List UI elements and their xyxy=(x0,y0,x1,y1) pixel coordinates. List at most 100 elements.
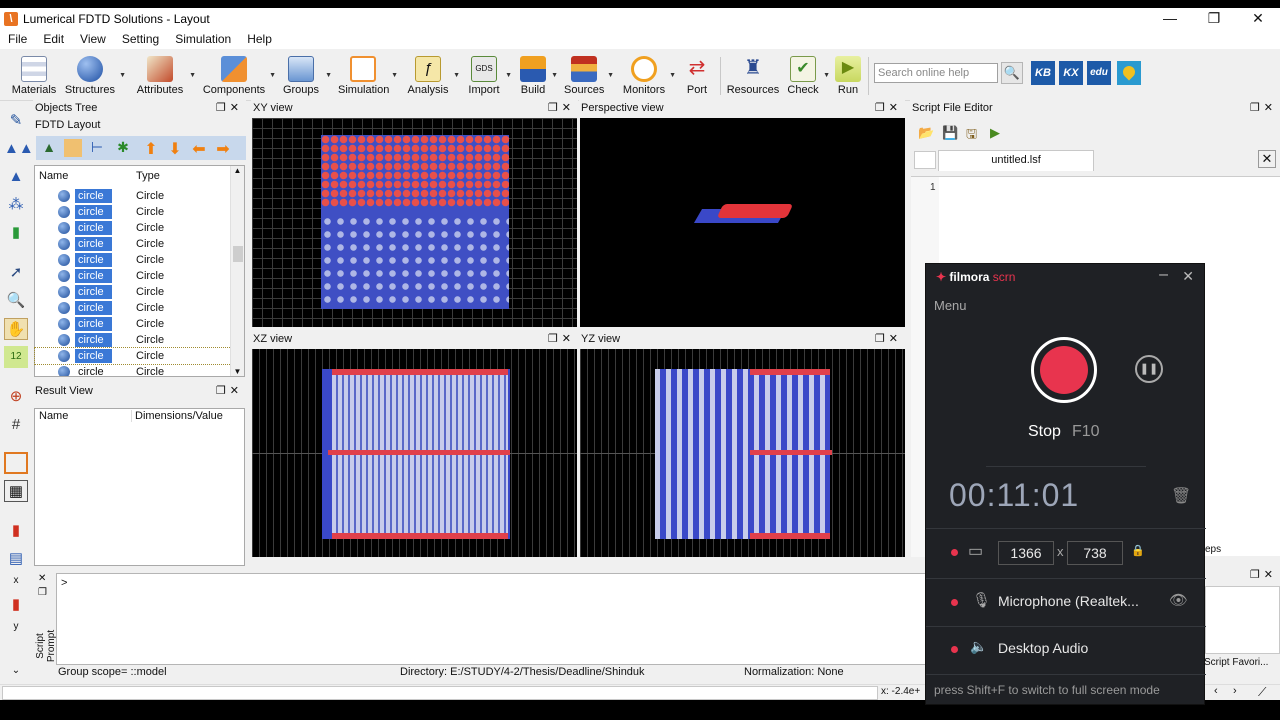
slab-y-icon[interactable]: ▮ xyxy=(4,594,28,616)
select-arrow-icon[interactable]: ➚ xyxy=(4,262,28,284)
pan-hand-icon[interactable]: ✋ xyxy=(4,318,28,340)
array-icon[interactable]: ⁂ xyxy=(4,194,28,216)
nav-next-icon[interactable]: › xyxy=(1233,685,1237,697)
trash-icon[interactable]: 🗑 xyxy=(1171,486,1191,506)
col-name[interactable]: Name xyxy=(39,170,68,182)
panel-float-close-icon[interactable]: ❐✕ xyxy=(216,383,243,400)
kx-badge[interactable]: KX xyxy=(1059,61,1083,85)
panel-float-close-icon[interactable]: ❐✕ xyxy=(548,100,575,117)
dropdown-arrow-icon[interactable]: ▼ xyxy=(669,72,676,79)
zoom-extent-icon[interactable]: ⊕ xyxy=(4,386,28,408)
tree-row[interactable]: circle Circle xyxy=(35,236,231,252)
run-button[interactable]: ▶ Run xyxy=(834,53,862,99)
width-input[interactable]: 1366 xyxy=(998,541,1054,565)
restore-button[interactable]: ❐ xyxy=(1192,8,1236,29)
location-pin-icon[interactable] xyxy=(1117,61,1141,85)
menu-edit[interactable]: Edit xyxy=(35,32,72,46)
script-favorites-tab[interactable]: Script Favori... xyxy=(1204,657,1268,668)
dropdown-arrow-icon[interactable]: ▼ xyxy=(823,72,830,79)
tab-untitled[interactable]: untitled.lsf xyxy=(938,150,1094,171)
simulation-button[interactable]: Simulation ▼ xyxy=(338,53,398,99)
new-tab-icon[interactable] xyxy=(914,151,936,169)
attributes-button[interactable]: Attributes ▼ xyxy=(134,53,196,99)
lock-icon[interactable]: 🔒 xyxy=(1131,544,1145,557)
tree-row[interactable]: circle Circle xyxy=(35,300,231,316)
groups-button[interactable]: Groups ▼ xyxy=(280,53,332,99)
move-up-icon[interactable]: ▲▲ xyxy=(4,138,34,160)
calculator-icon[interactable]: ▦ xyxy=(4,480,28,502)
save-icon[interactable]: 💾 xyxy=(942,125,958,141)
tree-row[interactable]: circle Circle xyxy=(35,316,231,332)
dropdown-arrow-icon[interactable]: ▼ xyxy=(391,72,398,79)
open-file-icon[interactable]: 📂 xyxy=(918,125,934,141)
search-online-help-input[interactable]: Search online help xyxy=(874,63,998,83)
structures-button[interactable]: Structures ▼ xyxy=(64,53,126,99)
grid-icon[interactable]: # xyxy=(4,414,28,436)
minimize-icon[interactable]: – xyxy=(1159,266,1168,284)
edu-badge[interactable]: edu xyxy=(1087,61,1111,85)
panel-float-close-icon[interactable]: ❐✕ xyxy=(216,100,243,117)
desktop-audio-label[interactable]: Desktop Audio xyxy=(998,640,1088,656)
tree-row[interactable]: circle Circle xyxy=(35,220,231,236)
close-button[interactable]: ✕ xyxy=(1236,8,1280,29)
result-col-value[interactable]: Dimensions/Value xyxy=(131,410,223,422)
move-down-arrow-icon[interactable]: ⬇ xyxy=(166,139,184,158)
scroll-down-icon[interactable]: ▼ xyxy=(231,367,244,376)
tree-scrollbar[interactable]: ▲ ▼ xyxy=(230,166,244,376)
menu-help[interactable]: Help xyxy=(239,32,280,46)
run-script-icon[interactable]: ▶ xyxy=(990,125,1000,141)
yz-view-canvas[interactable] xyxy=(580,349,905,557)
dropdown-arrow-icon[interactable]: ▼ xyxy=(607,72,614,79)
move-right-arrow-icon[interactable]: ➡ xyxy=(214,139,232,158)
dropdown-arrow-icon[interactable]: ▼ xyxy=(325,72,332,79)
tree-row-selected[interactable]: circle Circle xyxy=(34,347,232,365)
menu-setting[interactable]: Setting xyxy=(114,32,167,46)
x-axis-label[interactable]: x xyxy=(4,570,28,592)
tree-collapse-icon[interactable]: ✱ xyxy=(114,139,132,157)
float-icon[interactable]: ❐ xyxy=(38,587,47,598)
dropdown-arrow-icon[interactable]: ▼ xyxy=(505,72,512,79)
panel-float-close-icon[interactable]: ❐✕ xyxy=(875,100,902,117)
dropdown-arrow-icon[interactable]: ▼ xyxy=(189,72,196,79)
dropdown-arrow-icon[interactable]: ▼ xyxy=(551,72,558,79)
dropdown-arrow-icon[interactable]: ▼ xyxy=(119,72,126,79)
materials-button[interactable]: Materials xyxy=(10,53,58,99)
xz-view-canvas[interactable] xyxy=(252,349,577,557)
tree-hierarchy-icon[interactable]: ⊢ xyxy=(88,139,106,157)
panel-float-close-icon[interactable]: ❐✕ xyxy=(548,331,575,348)
panel-float-close-icon[interactable]: ❐✕ xyxy=(875,331,902,348)
tree-tool-icon[interactable]: ▲ xyxy=(40,139,58,157)
nav-prev-icon[interactable]: ‹ xyxy=(1214,685,1218,697)
menu-view[interactable]: View xyxy=(72,32,114,46)
close-icon[interactable]: ✕ xyxy=(1182,268,1194,285)
build-button[interactable]: Build ▼ xyxy=(518,53,558,99)
tree-row[interactable]: circle Circle xyxy=(35,284,231,300)
col-type[interactable]: Type xyxy=(136,170,160,182)
y-axis-label[interactable]: y xyxy=(4,616,28,638)
tree-grid-icon[interactable] xyxy=(64,139,82,157)
zoom-icon[interactable]: 🔍 xyxy=(4,290,28,312)
tree-row[interactable]: circle Circle xyxy=(35,188,231,204)
filmora-menu[interactable]: Menu xyxy=(934,298,967,313)
layout-icon[interactable] xyxy=(4,452,28,474)
result-col-name[interactable]: Name xyxy=(39,410,68,422)
kb-badge[interactable]: KB xyxy=(1031,61,1055,85)
tree-row[interactable]: circle Circle xyxy=(35,364,231,376)
height-input[interactable]: 738 xyxy=(1067,541,1123,565)
sources-button[interactable]: Sources ▼ xyxy=(564,53,614,99)
check-button[interactable]: ✔ Check ▼ xyxy=(786,53,830,99)
resize-grip-icon[interactable]: ⟋ xyxy=(1258,685,1266,700)
scroll-thumb[interactable] xyxy=(233,246,243,262)
close-icon[interactable]: ✕ xyxy=(38,573,46,584)
monitors-button[interactable]: Monitors ▼ xyxy=(622,53,676,99)
dropdown-arrow-icon[interactable]: ▼ xyxy=(269,72,276,79)
menu-file[interactable]: File xyxy=(0,32,35,46)
delete-bin-icon[interactable]: ▮ xyxy=(4,222,28,244)
ruler-icon[interactable]: 12 xyxy=(4,346,28,368)
script-prompt-input[interactable]: > xyxy=(56,573,926,665)
eye-hidden-icon[interactable]: 👁 xyxy=(1169,591,1188,609)
move-up-arrow-icon[interactable]: ⬆ xyxy=(142,139,160,158)
port-button[interactable]: ⇄ Port xyxy=(682,53,712,99)
tree-row[interactable]: circle Circle xyxy=(35,204,231,220)
steps-tab[interactable]: eps xyxy=(1205,544,1221,555)
